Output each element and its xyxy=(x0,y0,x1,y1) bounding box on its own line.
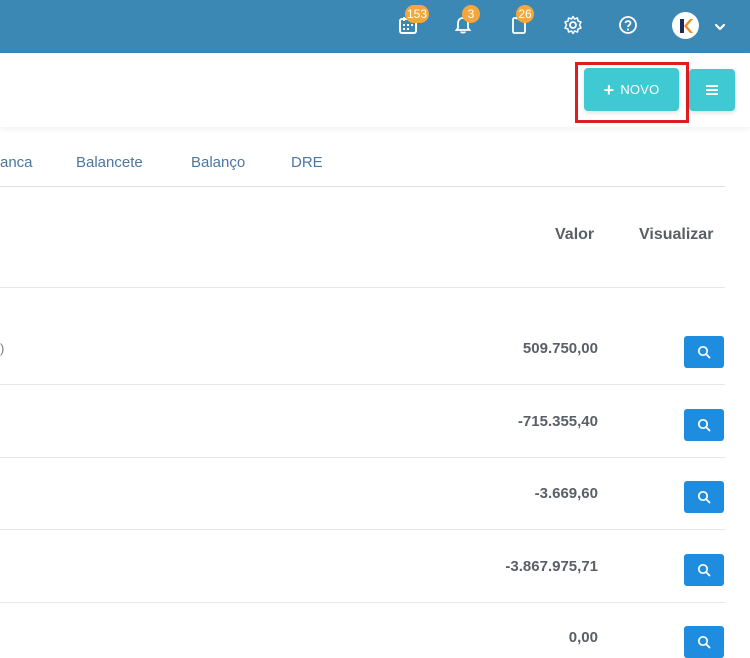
avatar[interactable] xyxy=(672,12,699,39)
row-4-valor: -3.867.975,71 xyxy=(505,558,598,575)
calendar-badge: 153 xyxy=(405,5,430,23)
search-icon xyxy=(697,490,711,504)
row-3-view-button[interactable] xyxy=(684,481,724,513)
search-icon xyxy=(697,418,711,432)
row-1-cut-text: ) xyxy=(0,341,5,356)
row-divider xyxy=(0,457,725,458)
tab-balancete[interactable]: Balancete xyxy=(76,154,143,171)
row-4-view-button[interactable] xyxy=(684,554,724,586)
row-2-valor: -715.355,40 xyxy=(517,413,598,430)
clipboard-badge: 26 xyxy=(516,5,534,23)
hamburger-icon xyxy=(706,85,718,95)
row-5-valor: 0,00 xyxy=(568,629,598,646)
search-icon xyxy=(697,635,711,649)
column-header-valor: Valor xyxy=(555,226,595,243)
tab-dre[interactable]: DRE xyxy=(291,154,323,171)
row-divider xyxy=(0,602,725,603)
plus-icon: + xyxy=(603,79,615,100)
menu-button[interactable] xyxy=(689,69,735,111)
row-3-valor: -3.669,60 xyxy=(534,485,598,502)
row-1-valor: 509.750,00 xyxy=(522,340,598,357)
search-icon xyxy=(697,345,711,359)
help-icon[interactable] xyxy=(617,14,639,36)
row-1-view-button[interactable] xyxy=(684,336,724,368)
search-icon xyxy=(697,563,711,577)
tab-banca[interactable]: anca xyxy=(0,154,33,171)
chevron-down-icon[interactable] xyxy=(714,19,726,37)
column-header-visualizar: Visualizar xyxy=(639,226,714,243)
novo-label: NOVO xyxy=(620,82,660,97)
novo-button[interactable]: + NOVO xyxy=(584,68,679,111)
row-2-view-button[interactable] xyxy=(684,409,724,441)
header-divider xyxy=(0,287,725,288)
tab-balanco[interactable]: Balanço xyxy=(191,154,245,171)
row-5-view-button[interactable] xyxy=(684,626,724,658)
top-navbar: 153 3 26 xyxy=(0,0,750,53)
row-divider xyxy=(0,529,725,530)
gear-icon[interactable] xyxy=(562,14,584,36)
row-divider xyxy=(0,384,725,385)
tabs-bar: anca Balancete Balanço DRE xyxy=(0,140,725,187)
bell-badge: 3 xyxy=(462,5,480,23)
